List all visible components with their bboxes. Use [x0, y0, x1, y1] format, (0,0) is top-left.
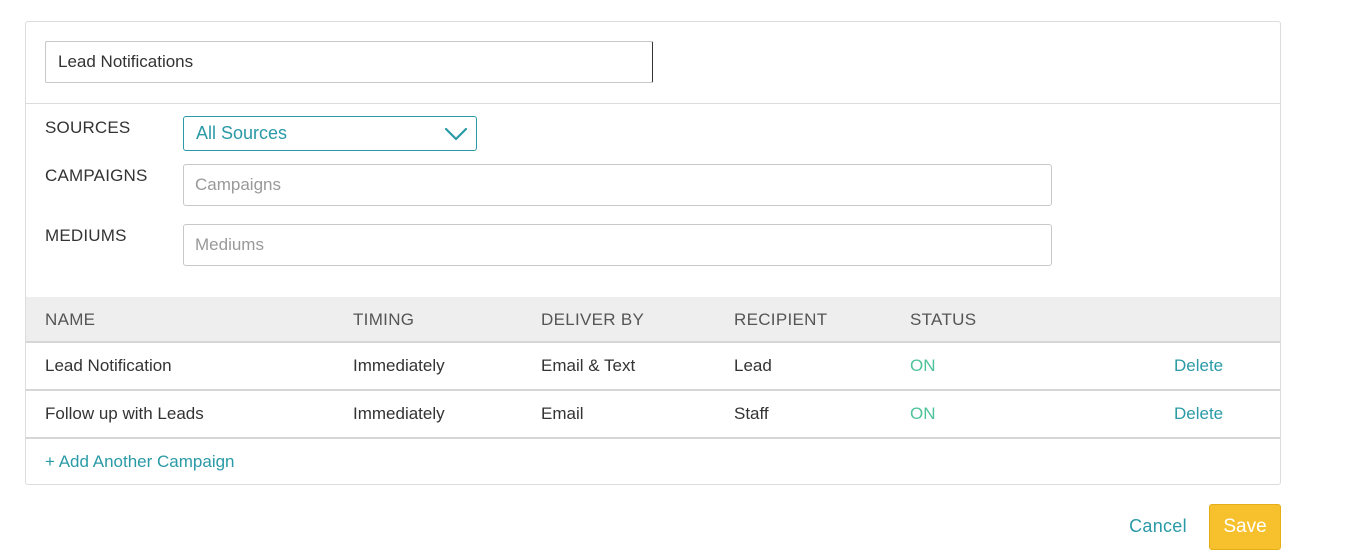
- status-toggle[interactable]: ON: [910, 404, 936, 424]
- row-recipient: Staff: [734, 404, 769, 423]
- sources-label: SOURCES: [45, 118, 131, 137]
- notification-name-input[interactable]: [45, 41, 653, 83]
- row-name: Follow up with Leads: [45, 404, 204, 423]
- add-another-campaign-link[interactable]: + Add Another Campaign: [45, 452, 235, 472]
- campaigns-label: CAMPAIGNS: [45, 166, 148, 185]
- row-deliver-by: Email: [541, 404, 584, 423]
- mediums-label: MEDIUMS: [45, 226, 127, 245]
- header-name: NAME: [45, 310, 96, 329]
- header-timing: TIMING: [353, 310, 415, 329]
- header-deliver-by: DELIVER BY: [541, 310, 645, 329]
- campaigns-input[interactable]: [183, 164, 1052, 206]
- status-toggle[interactable]: ON: [910, 356, 936, 376]
- row-timing: Immediately: [353, 404, 445, 423]
- header-status: STATUS: [910, 310, 977, 329]
- chevron-down-icon: [444, 127, 468, 141]
- table-row: Lead Notification Immediately Email & Te…: [26, 343, 1280, 391]
- row-name: Lead Notification: [45, 356, 172, 375]
- mediums-input[interactable]: [183, 224, 1052, 266]
- sources-selected-value: All Sources: [196, 123, 288, 143]
- row-deliver-by: Email & Text: [541, 356, 636, 375]
- delete-link[interactable]: Delete: [1174, 404, 1223, 424]
- row-recipient: Lead: [734, 356, 772, 375]
- cancel-button[interactable]: Cancel: [1118, 508, 1198, 544]
- table-header: NAME TIMING DELIVER BY RECIPIENT STATUS: [26, 297, 1280, 343]
- save-button[interactable]: Save: [1209, 504, 1281, 550]
- header-recipient: RECIPIENT: [734, 310, 828, 329]
- name-section: [26, 22, 1280, 104]
- table-row: Follow up with Leads Immediately Email S…: [26, 391, 1280, 439]
- notification-settings-card: SOURCES All Sources CAMPAIGNS MEDIUMS NA…: [25, 21, 1281, 485]
- sources-select[interactable]: All Sources: [183, 116, 477, 151]
- row-timing: Immediately: [353, 356, 445, 375]
- delete-link[interactable]: Delete: [1174, 356, 1223, 376]
